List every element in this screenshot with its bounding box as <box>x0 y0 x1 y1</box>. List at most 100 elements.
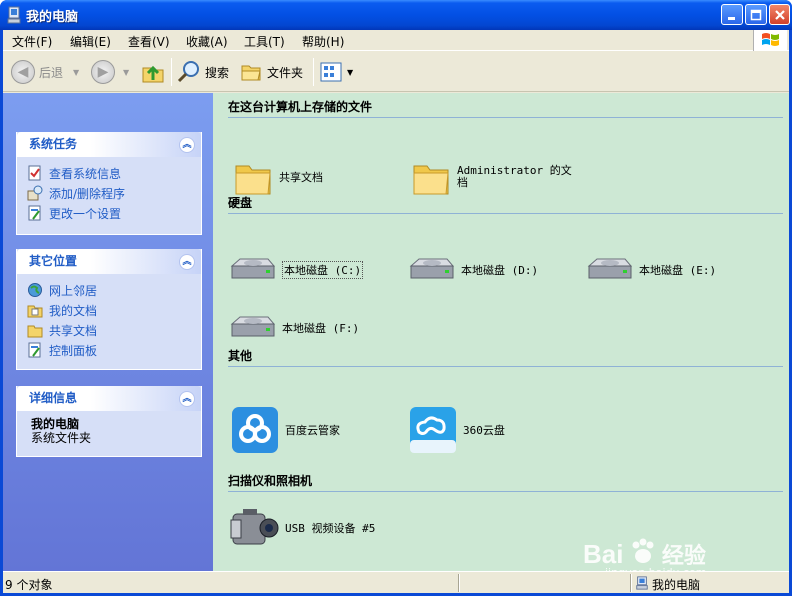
control-panel-icon <box>28 342 41 358</box>
view-system-info-link[interactable]: 查看系统信息 <box>27 163 201 183</box>
folder-icon <box>413 165 449 195</box>
hard-disk-icon <box>409 258 455 279</box>
add-remove-programs-icon <box>27 185 43 201</box>
watermark-brand: Bai <box>583 539 624 569</box>
shared-documents-link[interactable]: 共享文档 <box>27 320 201 340</box>
local-disk-d-item[interactable]: 本地磁盘 (D:) <box>407 256 538 284</box>
add-remove-programs-link[interactable]: 添加/删除程序 <box>27 183 201 203</box>
toolbar: ◀ 后退 ▼ ▶ ▼ 搜索 文件夹 ▼ <box>3 52 789 92</box>
local-disk-f-label: 本地磁盘 (F:) <box>282 322 360 335</box>
other-places-title: 其它位置 <box>29 254 78 268</box>
details-panel: 详细信息 ︽ 我的电脑 系统文件夹 <box>16 386 202 457</box>
back-dropdown-icon: ▼ <box>73 67 80 77</box>
baidu-cloud-item[interactable]: 百度云管家 <box>231 406 340 454</box>
baidu-cloud-label: 百度云管家 <box>285 424 340 437</box>
network-globe-icon <box>28 283 42 297</box>
change-setting-link[interactable]: 更改一个设置 <box>27 203 201 223</box>
system-tasks-title: 系统任务 <box>29 137 78 151</box>
details-header[interactable]: 详细信息 ︽ <box>17 386 201 411</box>
up-folder-icon <box>142 65 164 83</box>
network-places-label: 网上邻居 <box>49 283 98 298</box>
administrator-documents-label: Administrator 的文档 <box>457 164 572 189</box>
forward-arrow-icon: ▶ <box>91 60 115 84</box>
hard-disks-section-header: 硬盘 <box>228 194 783 214</box>
menu-view[interactable]: 查看(V) <box>128 33 170 50</box>
toolbar-separator-2 <box>313 58 314 86</box>
scanners-cameras-section-header: 扫描仪和照相机 <box>228 472 783 492</box>
menu-bar: 文件(F) 编辑(E) 查看(V) 收藏(A) 工具(T) 帮助(H) <box>3 30 789 51</box>
control-panel-link[interactable]: 控制面板 <box>27 340 201 360</box>
local-disk-c-item[interactable]: 本地磁盘 (C:) <box>228 256 364 284</box>
my-computer-icon <box>636 576 648 590</box>
360-cloud-item[interactable]: 360云盘 <box>409 406 505 454</box>
task-pane: 系统任务 ︽ 查看系统信息 添加/删除程序 更改一个设置 其它位置 ︽ 网上邻居… <box>3 93 213 571</box>
network-places-link[interactable]: 网上邻居 <box>27 280 201 300</box>
windows-flag-icon <box>762 33 779 46</box>
shared-documents-item[interactable]: 共享文档 <box>233 157 323 197</box>
search-icon <box>177 61 199 83</box>
menu-file[interactable]: 文件(F) <box>12 33 52 50</box>
menu-edit[interactable]: 编辑(E) <box>70 33 111 50</box>
paw-icon <box>632 538 654 563</box>
menu-help[interactable]: 帮助(H) <box>302 33 344 50</box>
menu-favorites[interactable]: 收藏(A) <box>186 33 228 50</box>
window-frame: 文件(F) 编辑(E) 查看(V) 收藏(A) 工具(T) 帮助(H) ◀ 后退… <box>3 30 789 593</box>
add-remove-programs-label: 添加/删除程序 <box>49 186 126 201</box>
forward-button[interactable]: ▶ ▼ <box>91 58 129 86</box>
status-divider <box>458 574 460 592</box>
folders-label: 文件夹 <box>267 65 304 80</box>
content-pane: 在这台计算机上存储的文件 共享文档 Administrator 的文档 硬盘 本… <box>213 93 789 579</box>
local-disk-e-item[interactable]: 本地磁盘 (E:) <box>585 256 716 284</box>
other-places-panel: 其它位置 ︽ 网上邻居 我的文档 共享文档 控制面板 <box>16 249 202 370</box>
back-button[interactable]: ◀ 后退 ▼ <box>11 58 79 86</box>
search-button[interactable]: 搜索 <box>177 58 229 86</box>
hard-disk-icon <box>230 316 276 337</box>
minimize-icon <box>728 17 735 20</box>
details-type: 系统文件夹 <box>31 431 92 445</box>
title-bar[interactable]: 我的电脑 <box>0 0 792 30</box>
folder-icon <box>27 325 43 338</box>
back-arrow-icon: ◀ <box>11 60 35 84</box>
windows-logo <box>753 30 787 51</box>
my-documents-link[interactable]: 我的文档 <box>27 300 201 320</box>
details-name: 我的电脑 <box>31 417 80 431</box>
local-disk-d-label: 本地磁盘 (D:) <box>461 264 539 277</box>
my-documents-label: 我的文档 <box>49 303 98 318</box>
change-setting-label: 更改一个设置 <box>49 206 122 221</box>
administrator-documents-item[interactable]: Administrator 的文档 <box>411 157 577 197</box>
status-object-count: 9 个对象 <box>5 578 53 592</box>
other-places-header[interactable]: 其它位置 ︽ <box>17 249 201 274</box>
up-folder-button[interactable] <box>141 58 165 86</box>
video-camera-icon <box>230 509 279 545</box>
local-disk-c-label: 本地磁盘 (C:) <box>282 261 364 279</box>
usb-video-device-item[interactable]: USB 视频设备 #5 <box>229 506 375 550</box>
view-grid-icon <box>320 62 342 82</box>
forward-dropdown-icon: ▼ <box>123 67 130 77</box>
hard-disk-icon <box>587 258 633 279</box>
search-label: 搜索 <box>205 65 230 80</box>
window-title: 我的电脑 <box>26 10 79 25</box>
usb-video-device-label: USB 视频设备 #5 <box>285 522 376 535</box>
change-setting-icon <box>28 205 41 221</box>
360-cloud-icon <box>410 407 456 453</box>
minimize-button[interactable] <box>721 4 743 25</box>
folders-icon <box>241 65 261 81</box>
shared-documents-label: 共享文档 <box>49 323 98 338</box>
views-dropdown-icon: ▼ <box>347 67 354 77</box>
collapse-chevron-icon[interactable]: ︽ <box>179 137 195 153</box>
toolbar-separator <box>171 58 172 86</box>
menu-tools[interactable]: 工具(T) <box>244 33 285 50</box>
folders-button[interactable]: 文件夹 <box>239 58 303 86</box>
local-disk-e-label: 本地磁盘 (E:) <box>639 264 717 277</box>
maximize-button[interactable] <box>745 4 767 25</box>
folder-icon <box>235 165 271 195</box>
close-button[interactable] <box>769 4 790 25</box>
collapse-chevron-icon[interactable]: ︽ <box>179 391 195 407</box>
close-icon <box>774 10 785 20</box>
system-tasks-header[interactable]: 系统任务 ︽ <box>17 132 201 157</box>
views-button[interactable]: ▼ <box>319 58 353 86</box>
local-disk-f-item[interactable]: 本地磁盘 (F:) <box>228 314 359 342</box>
back-label: 后退 <box>39 65 64 80</box>
collapse-chevron-icon[interactable]: ︽ <box>179 254 195 270</box>
status-divider <box>630 574 632 592</box>
